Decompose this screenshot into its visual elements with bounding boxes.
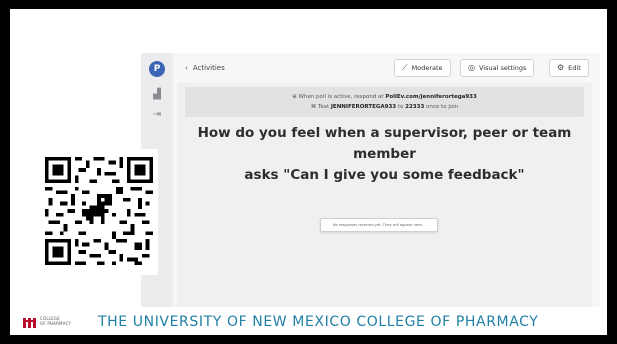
visual-settings-button[interactable]: ◎ Visual settings [460,59,535,77]
instructions-text-prefix: Text [318,104,330,110]
edit-button[interactable]: ⚙ Edit [549,59,589,77]
moderate-button[interactable]: ⟋ Moderate [394,59,451,77]
instructions-web-prefix: When poll is active, respond at [298,94,384,100]
instructions-web: ⊕ When poll is active, respond at PollEv… [185,92,584,102]
logo-wordmark-line-2: OF PHARMACY [40,321,72,326]
sms-icon: ⌘ [310,104,317,110]
logo-wordmark: COLLEGE OF PHARMACY [40,316,71,326]
qr-code-icon [45,157,153,265]
slide-footer: COLLEGE OF PHARMACY THE UNIVERSITY OF NE… [10,310,607,335]
instructions-text-mid: to [397,104,404,110]
response-instructions: ⊕ When poll is active, respond at PollEv… [185,87,584,117]
pollev-url: PollEv.com/jenniferortega933 [385,94,477,100]
back-to-activities-link[interactable]: ‹ Activities [185,61,225,75]
globe-icon: ⊕ [292,94,297,100]
poll-question: How do you feel when a supervisor, peer … [177,123,592,186]
presentation-slide: P ▟ ⇥ ‹ Activities ⟋ Moderate ◎ Visual s… [10,9,607,335]
no-responses-status: No responses received yet. They will app… [320,218,438,232]
gear-icon: ⚙ [557,63,565,72]
visual-settings-label: Visual settings [478,64,527,72]
chevron-left-icon: ‹ [185,64,188,72]
unm-logo-icon [23,318,36,328]
back-label: Activities [192,64,225,72]
exit-icon[interactable]: ⇥ [151,109,163,121]
question-line-2: asks "Can I give you some feedback" [244,167,525,183]
sms-number: 22333 [405,104,425,110]
qr-code-card [35,149,158,275]
instructions-text: ⌘ Text JENNIFERORTEGA933 to 22333 once t… [185,102,584,112]
edit-label: Edit [568,64,581,72]
college-name: THE UNIVERSITY OF NEW MEXICO COLLEGE OF … [98,314,539,330]
question-line-1: How do you feel when a supervisor, peer … [197,125,572,162]
magic-wand-icon: ⟋ [402,63,408,72]
palette-icon: ◎ [468,63,475,72]
instructions-text-suffix: once to join [426,104,459,110]
pollev-logo-icon[interactable]: P [149,61,165,77]
poll-panel: ⊕ When poll is active, respond at PollEv… [177,83,592,307]
moderate-label: Moderate [411,64,443,72]
bar-chart-icon[interactable]: ▟ [151,89,163,101]
pollev-app-screenshot: P ▟ ⇥ ‹ Activities ⟋ Moderate ◎ Visual s… [141,53,600,307]
top-bar: ‹ Activities ⟋ Moderate ◎ Visual setting… [173,53,600,83]
join-code: JENNIFERORTEGA933 [330,104,397,110]
